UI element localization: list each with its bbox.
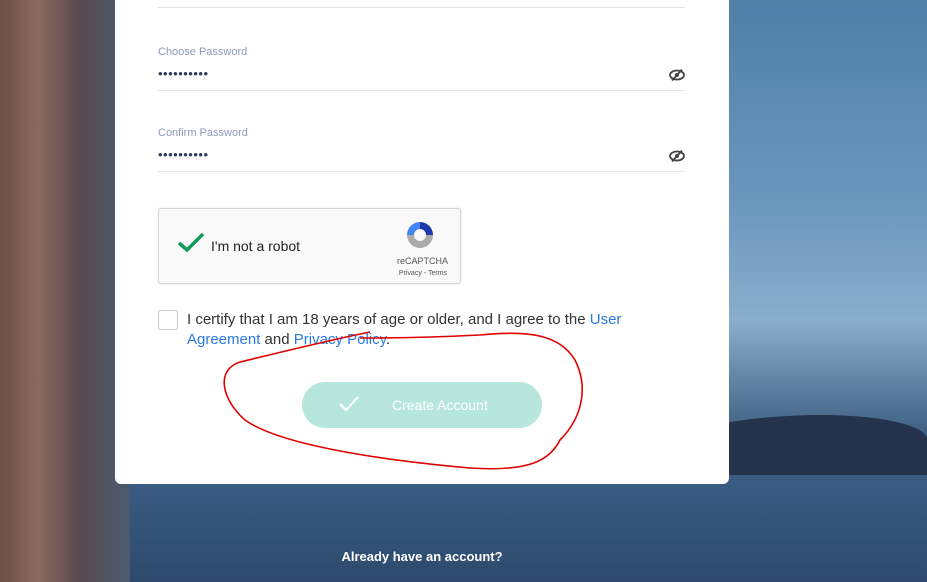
password-input[interactable]: •••••••••• bbox=[158, 66, 209, 81]
signup-card: Choose Password •••••••••• Confirm Passw… bbox=[115, 0, 729, 484]
create-account-button[interactable]: Create Account bbox=[302, 382, 542, 428]
password-label: Choose Password bbox=[158, 46, 248, 58]
recaptcha-privacy-link[interactable]: Privacy bbox=[399, 270, 422, 277]
password-field[interactable]: •••••••••• bbox=[158, 62, 685, 91]
eye-slash-icon[interactable] bbox=[669, 69, 685, 81]
agreement-text-part: I certify that I am 18 years of age or o… bbox=[187, 311, 590, 328]
recaptcha-terms-link[interactable]: Terms bbox=[428, 270, 447, 277]
privacy-policy-link[interactable]: Privacy Policy bbox=[294, 331, 386, 348]
confirm-password-input[interactable]: •••••••••• bbox=[158, 147, 209, 162]
recaptcha-widget[interactable]: I'm not a robot reCAPTCHA Privacy - Term… bbox=[158, 208, 461, 284]
recaptcha-brand: reCAPTCHA bbox=[396, 256, 448, 266]
checkmark-icon[interactable] bbox=[176, 231, 206, 253]
agreement-text-part: and bbox=[260, 331, 294, 348]
check-icon bbox=[339, 396, 359, 412]
confirm-password-label: Confirm Password bbox=[158, 127, 248, 139]
agreement-text-part: . bbox=[386, 331, 391, 348]
recaptcha-logo-icon bbox=[407, 222, 433, 248]
agreement-checkbox[interactable] bbox=[158, 310, 178, 330]
login-link[interactable]: Already have an account? bbox=[0, 549, 844, 564]
eye-slash-icon[interactable] bbox=[669, 150, 685, 162]
recaptcha-label: I'm not a robot bbox=[211, 238, 301, 254]
create-account-label: Create Account bbox=[392, 397, 488, 413]
previous-field[interactable] bbox=[158, 0, 685, 8]
agreement-text: I certify that I am 18 years of age or o… bbox=[187, 310, 667, 350]
background-photo-water bbox=[130, 470, 927, 582]
confirm-password-field[interactable]: •••••••••• bbox=[158, 143, 685, 172]
background-photo-left bbox=[0, 0, 130, 582]
